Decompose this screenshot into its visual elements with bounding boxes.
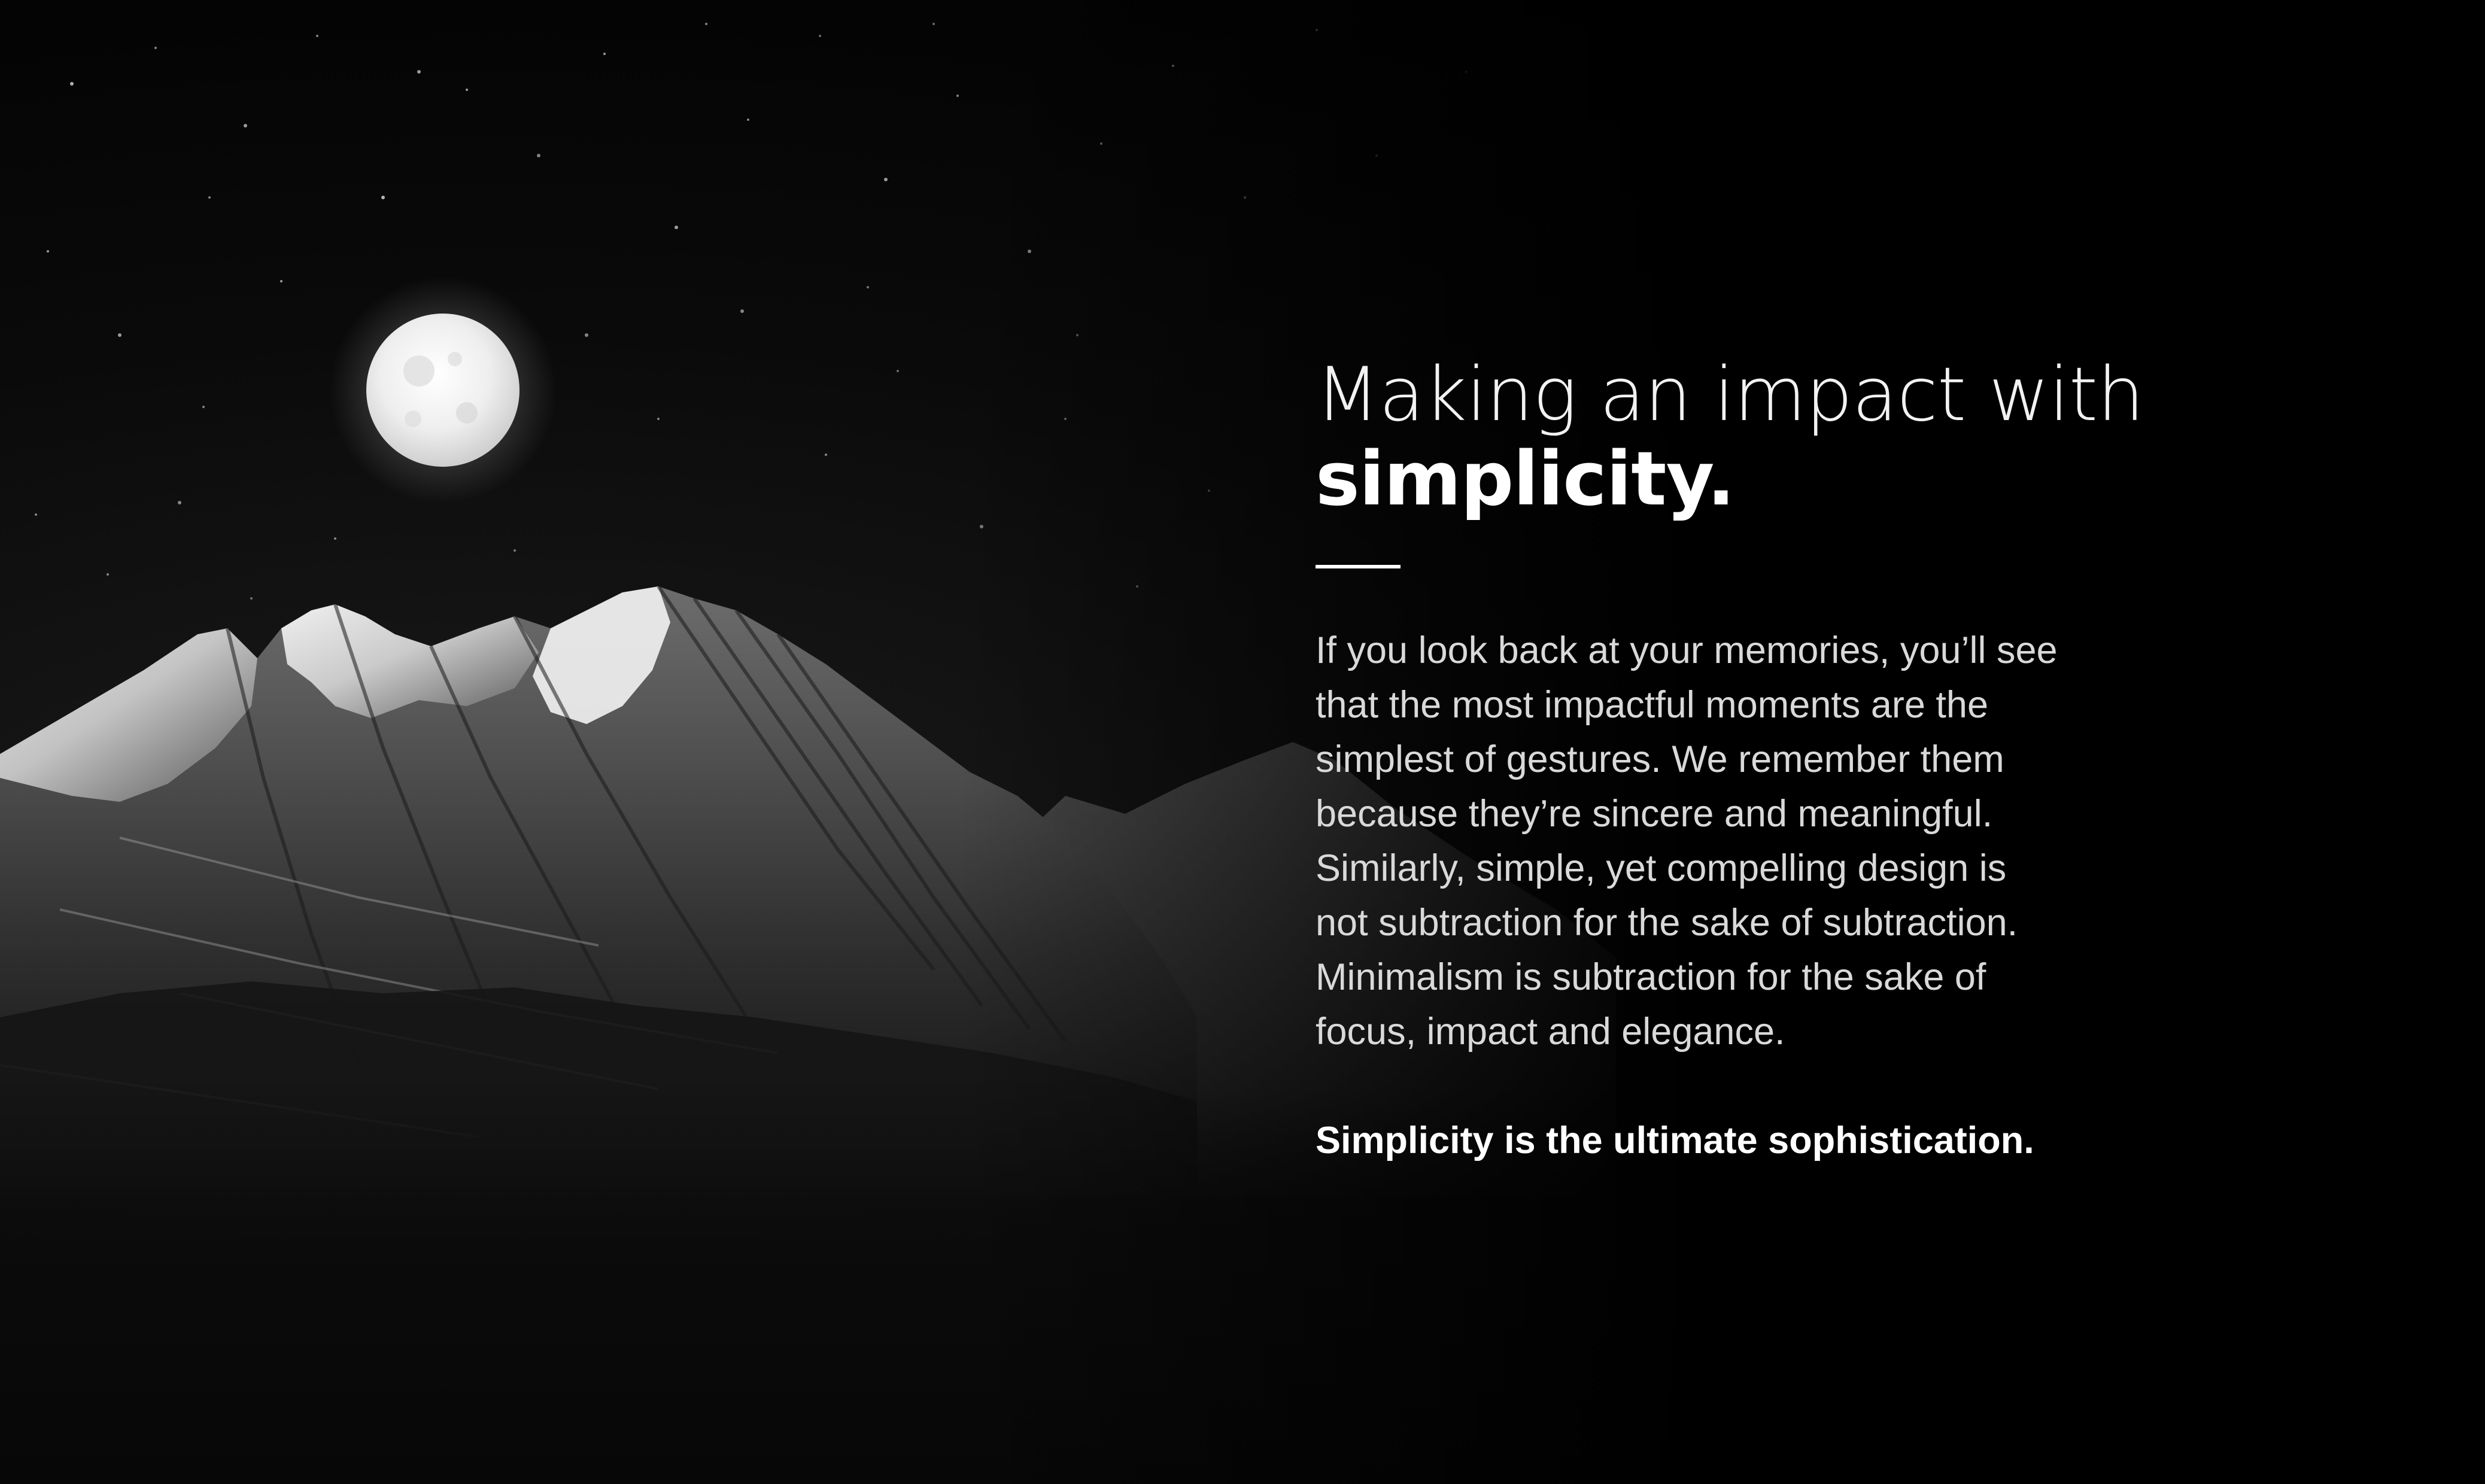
body-line: focus, impact and elegance. xyxy=(1316,1011,1785,1053)
body-line: that the most impactful moments are the xyxy=(1316,684,1989,726)
body-paragraph: If you look back at your memories, you’l… xyxy=(1316,624,2106,1059)
moon xyxy=(329,276,557,504)
moon-over-mountains-photo xyxy=(0,0,2485,1484)
divider xyxy=(1316,565,1401,568)
body-line: because they’re sincere and meaningful. xyxy=(1316,793,1993,835)
body-line: Similarly, simple, yet compelling design… xyxy=(1316,847,2007,889)
body-line: If you look back at your memories, you’l… xyxy=(1316,630,2058,671)
body-line: Minimalism is subtraction for the sake o… xyxy=(1316,956,1986,998)
headline-line2: simplicity. xyxy=(1316,436,1735,522)
body-line: simplest of gestures. We remember them xyxy=(1316,738,2004,780)
headline-line1: Making an impact with xyxy=(1316,352,2144,438)
hero-content: Making an impact with simplicity. If you… xyxy=(1316,352,2144,1168)
body-line: not subtraction for the sake of subtract… xyxy=(1316,902,2018,944)
tagline: Simplicity is the ultimate sophisticatio… xyxy=(1316,1120,2034,1161)
headline: Making an impact with simplicity. xyxy=(1316,352,2144,522)
hero-section: Making an impact with simplicity. If you… xyxy=(0,0,2485,1484)
